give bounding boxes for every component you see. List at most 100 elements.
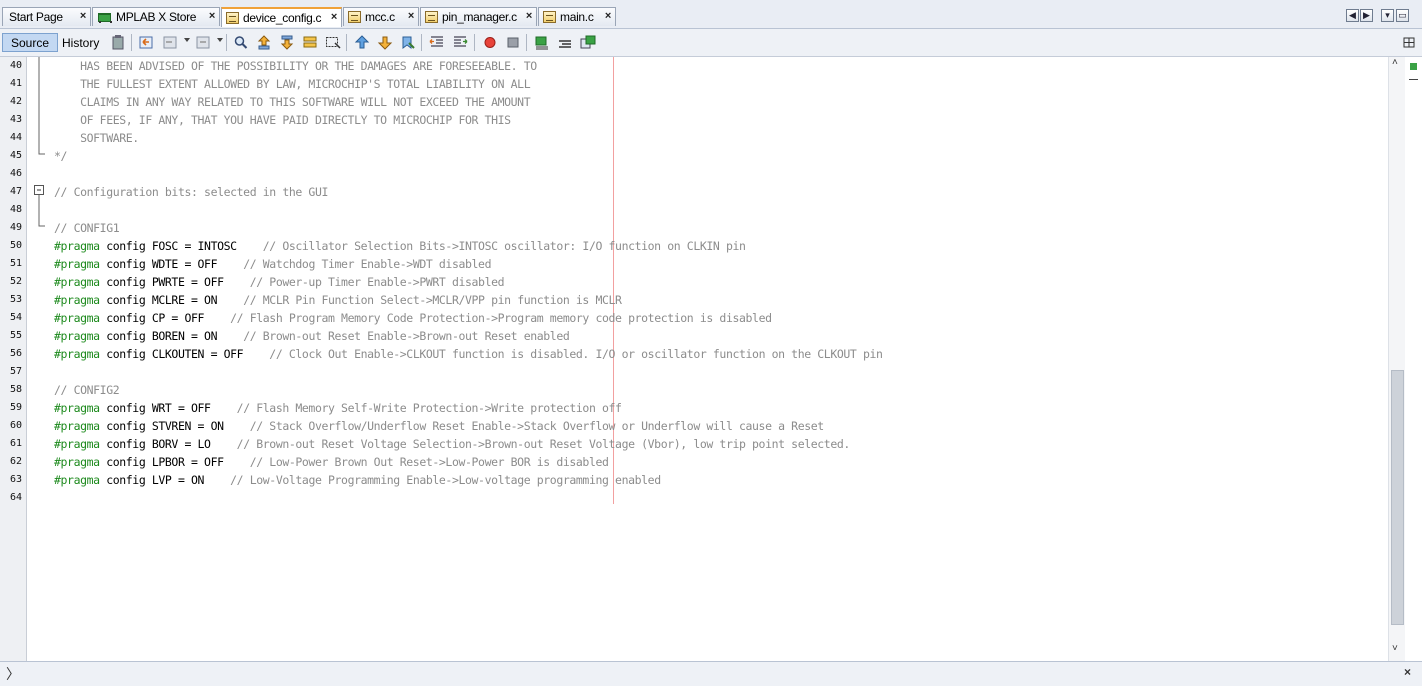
code-editor[interactable]: 40 HAS BEEN ADVISED OF THE POSSIBILITY O… — [0, 57, 1422, 661]
scrollbar-thumb[interactable] — [1391, 370, 1404, 625]
code-comment: // Flash Program Memory Code Protection-… — [230, 311, 772, 325]
toggle-highlight-icon[interactable] — [302, 35, 318, 50]
preprocessor-keyword: #pragma — [54, 329, 100, 343]
code-line[interactable]: 61 #pragma config BORV = LO // Brown-out … — [0, 435, 1388, 453]
expand-panel-icon[interactable]: 〉 — [6, 664, 20, 684]
toggle-rectangular-selection-icon[interactable] — [325, 35, 341, 50]
code-line[interactable]: 45 */ — [0, 147, 1388, 165]
code-text: SOFTWARE. — [54, 129, 139, 147]
code-line[interactable]: 57 — [0, 363, 1388, 381]
search-icon[interactable] — [233, 35, 249, 50]
code-line[interactable]: 63 #pragma config LVP = ON // Low-Voltage… — [0, 471, 1388, 489]
code-line[interactable]: 49 // CONFIG1 — [0, 219, 1388, 237]
code-line[interactable]: 53 #pragma config MCLRE = ON // MCLR Pin … — [0, 291, 1388, 309]
code-text: HAS BEEN ADVISED OF THE POSSIBILITY OR T… — [54, 57, 537, 75]
shift-line-right-icon[interactable] — [452, 35, 468, 50]
line-number: 62 — [9, 456, 22, 467]
tab-label: MPLAB X Store — [116, 10, 197, 24]
stop-macro-recording-icon[interactable] — [505, 35, 521, 50]
source-view-button[interactable]: Source — [2, 33, 59, 52]
back-icon[interactable] — [138, 35, 154, 50]
code-token: config BOREN = ON — [99, 329, 244, 343]
code-comment: // Brown-out Reset Voltage Selection->Br… — [236, 437, 851, 451]
comment-icon[interactable] — [534, 35, 550, 50]
find-previous-icon[interactable] — [256, 35, 272, 50]
tab-start-page[interactable]: Start Page × — [2, 7, 91, 26]
code-line[interactable]: 60 #pragma config STVREN = ON // Stack Ov… — [0, 417, 1388, 435]
code-line[interactable]: 64 — [0, 489, 1388, 507]
line-number: 40 — [9, 60, 22, 71]
code-token: config FOSC = INTOSC — [99, 239, 263, 253]
code-line[interactable]: 44 SOFTWARE. — [0, 129, 1388, 147]
find-next-icon[interactable] — [279, 35, 295, 50]
close-icon[interactable]: × — [605, 10, 611, 22]
code-line[interactable]: 41 THE FULLEST EXTENT ALLOWED BY LAW, MI… — [0, 75, 1388, 93]
last-edit-icon[interactable] — [110, 35, 126, 50]
toggle-bookmark-icon[interactable] — [400, 35, 416, 50]
previous-bookmark-icon[interactable] — [354, 35, 370, 50]
code-line[interactable]: 58 // CONFIG2 — [0, 381, 1388, 399]
code-line[interactable]: 40 HAS BEEN ADVISED OF THE POSSIBILITY O… — [0, 57, 1388, 75]
code-line[interactable]: 56 #pragma config CLKOUTEN = OFF // Clock… — [0, 345, 1388, 363]
code-line[interactable]: 46 — [0, 165, 1388, 183]
tab-pin-manager[interactable]: pin_manager.c × — [420, 7, 537, 26]
close-icon[interactable]: × — [408, 10, 414, 22]
tab-mcc[interactable]: mcc.c × — [343, 7, 419, 26]
preprocessor-keyword: #pragma — [54, 239, 100, 253]
tab-label: Start Page — [9, 10, 63, 24]
forward-icon[interactable] — [162, 35, 178, 50]
code-line[interactable]: 42 CLAIMS IN ANY WAY RELATED TO THIS SOF… — [0, 93, 1388, 111]
tab-device-config[interactable]: device_config.c × — [221, 7, 342, 27]
c-file-icon — [425, 11, 438, 23]
scroll-tabs-right-button[interactable]: ▶ — [1360, 9, 1373, 22]
scroll-up-icon[interactable]: ˄ — [1392, 57, 1398, 68]
code-line[interactable]: 62 #pragma config LPBOR = OFF // Low-Powe… — [0, 453, 1388, 471]
code-line[interactable]: 52 #pragma config PWRTE = OFF // Power-up… — [0, 273, 1388, 291]
scroll-tabs-left-button[interactable]: ◀ — [1346, 9, 1359, 22]
preprocessor-keyword: #pragma — [54, 401, 100, 415]
code-line[interactable]: 55 #pragma config BOREN = ON // Brown-out… — [0, 327, 1388, 345]
code-line[interactable]: 59 #pragma config WRT = OFF // Flash Memo… — [0, 399, 1388, 417]
code-lines: 40 HAS BEEN ADVISED OF THE POSSIBILITY O… — [0, 57, 1388, 661]
code-text: #pragma config WRT = OFF // Flash Memory… — [54, 399, 622, 417]
code-line[interactable]: 54 #pragma config CP = OFF // Flash Progr… — [0, 309, 1388, 327]
line-number: 58 — [9, 384, 22, 395]
code-text: // CONFIG1 — [54, 219, 120, 237]
options-icon[interactable] — [580, 35, 596, 50]
forward-history-icon[interactable] — [195, 35, 211, 50]
line-number: 43 — [9, 114, 22, 125]
code-token: config MCLRE = ON — [99, 293, 244, 307]
code-line[interactable]: 43 OF FEES, IF ANY, THAT YOU HAVE PAID D… — [0, 111, 1388, 129]
history-view-button[interactable]: History — [54, 33, 107, 52]
close-icon[interactable]: × — [331, 11, 337, 23]
code-line[interactable]: 48 — [0, 201, 1388, 219]
close-icon[interactable]: × — [526, 10, 532, 22]
close-icon[interactable]: × — [80, 10, 86, 22]
close-icon[interactable]: × — [209, 10, 215, 22]
close-icon[interactable]: × — [1404, 665, 1411, 679]
toolbar-separator — [474, 34, 475, 51]
code-line[interactable]: 47 // Configuration bits: selected in the… — [0, 183, 1388, 201]
tab-list-menu-button[interactable]: ▾ — [1381, 9, 1394, 22]
code-text: #pragma config FOSC = INTOSC // Oscillat… — [54, 237, 746, 255]
code-comment: // MCLR Pin Function Select->MCLR/VPP pi… — [243, 293, 622, 307]
code-line[interactable]: 50 #pragma config FOSC = INTOSC // Oscill… — [0, 237, 1388, 255]
shift-line-left-icon[interactable] — [429, 35, 445, 50]
scroll-down-icon[interactable]: ˅ — [1392, 643, 1398, 654]
chevron-down-icon[interactable] — [184, 38, 190, 42]
start-macro-recording-icon[interactable] — [482, 35, 498, 50]
code-text: #pragma config PWRTE = OFF // Power-up T… — [54, 273, 505, 291]
vertical-scrollbar[interactable]: ˄ ˅ — [1388, 57, 1406, 661]
line-number: 41 — [9, 78, 22, 89]
split-editor-icon[interactable] — [1401, 35, 1417, 50]
tab-mplab-x-store[interactable]: MPLAB X Store × — [92, 7, 220, 26]
uncomment-icon[interactable] — [557, 35, 573, 50]
code-line[interactable]: 51 #pragma config WDTE = OFF // Watchdog … — [0, 255, 1388, 273]
restore-window-button[interactable]: ▭ — [1396, 9, 1409, 22]
code-text: #pragma config BOREN = ON // Brown-out R… — [54, 327, 570, 345]
tab-main[interactable]: main.c × — [538, 7, 616, 26]
chevron-down-icon[interactable] — [217, 38, 223, 42]
error-stripe[interactable] — [1405, 57, 1422, 661]
code-text: #pragma config MCLRE = ON // MCLR Pin Fu… — [54, 291, 622, 309]
next-bookmark-icon[interactable] — [377, 35, 393, 50]
